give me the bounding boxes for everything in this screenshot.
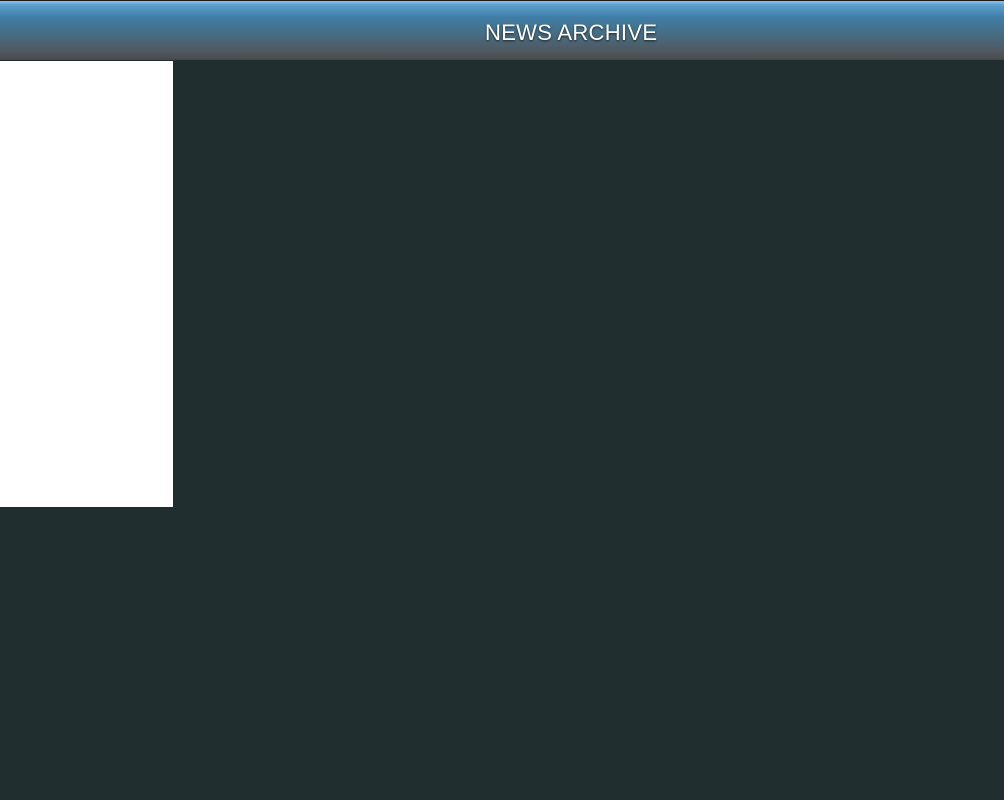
side-panel <box>0 61 173 507</box>
header-bar: NEWS ARCHIVE <box>0 0 1004 60</box>
content-area <box>173 60 1004 800</box>
news-archive-screen: NEWS ARCHIVE <box>0 0 1004 800</box>
page-title: NEWS ARCHIVE <box>485 20 658 45</box>
